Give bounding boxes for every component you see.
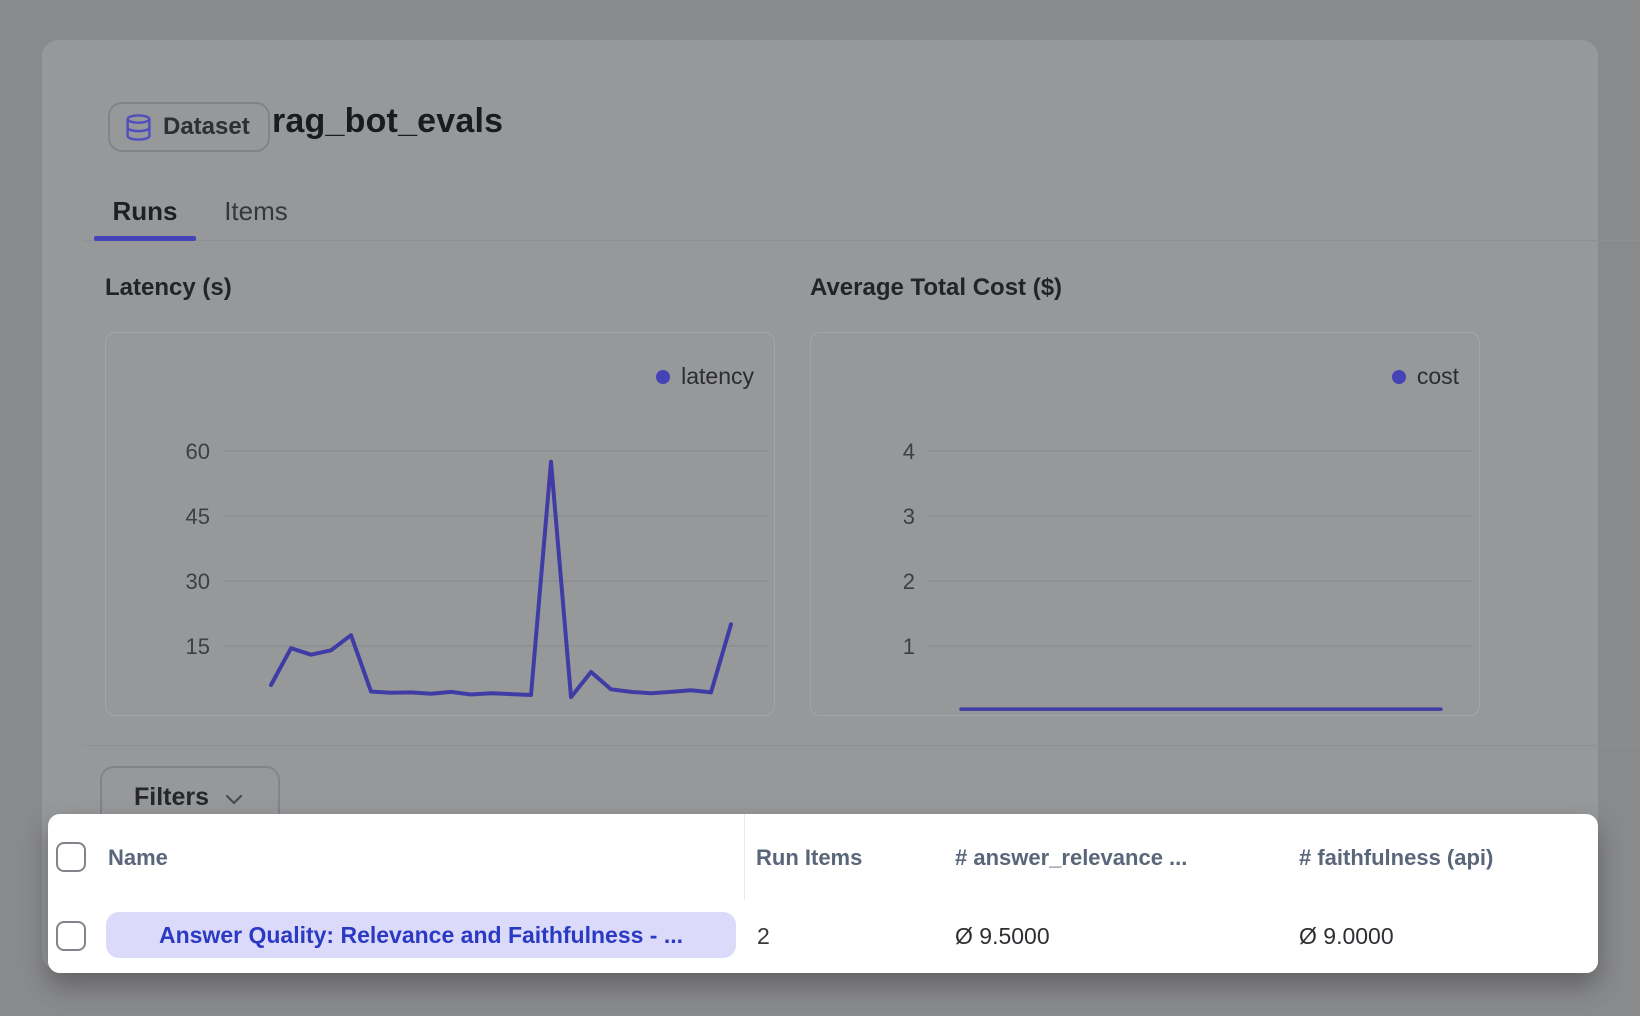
svg-text:1: 1 <box>903 634 915 659</box>
table-header-row: Name Run Items # answer_relevance ... # … <box>48 814 1598 900</box>
svg-text:60: 60 <box>186 439 210 464</box>
filters-button-label: Filters <box>134 783 209 812</box>
answer-relevance-cell: Ø 9.5000 <box>955 923 1050 950</box>
row-checkbox[interactable] <box>56 921 86 951</box>
run-name-label: Answer Quality: Relevance and Faithfulne… <box>159 922 683 949</box>
column-header-run-items: Run Items <box>756 845 862 871</box>
tabs-divider <box>84 240 1640 241</box>
page-title: rag_bot_evals <box>272 102 503 141</box>
svg-text:2: 2 <box>903 569 915 594</box>
dataset-badge-label: Dataset <box>163 113 250 141</box>
latency-chart: 15 30 45 60 latency <box>105 332 775 716</box>
svg-text:30: 30 <box>186 569 210 594</box>
cost-chart: 1 2 3 4 cost <box>810 332 1480 716</box>
latency-chart-legend: latency <box>656 363 754 390</box>
cost-legend-dot-icon <box>1392 370 1406 384</box>
section-divider <box>84 745 1640 746</box>
svg-text:45: 45 <box>186 504 210 529</box>
tab-runs[interactable]: Runs <box>94 186 196 236</box>
database-icon <box>124 113 153 142</box>
cost-chart-title: Average Total Cost ($) <box>810 274 1062 302</box>
app-background: Dataset rag_bot_evals Runs Items Latency… <box>0 0 1640 1016</box>
active-tab-indicator <box>94 236 196 241</box>
latency-chart-plot: 15 30 45 60 <box>106 333 773 714</box>
run-items-cell: 2 <box>757 923 770 950</box>
svg-text:15: 15 <box>186 634 210 659</box>
cost-legend-label: cost <box>1417 363 1459 390</box>
dataset-badge: Dataset <box>108 102 270 152</box>
latency-legend-label: latency <box>681 363 754 390</box>
table-row[interactable]: Answer Quality: Relevance and Faithfulne… <box>48 900 1598 973</box>
cost-chart-plot: 1 2 3 4 <box>811 333 1478 714</box>
run-name-link[interactable]: Answer Quality: Relevance and Faithfulne… <box>106 912 736 958</box>
svg-text:4: 4 <box>903 439 915 464</box>
select-all-checkbox[interactable] <box>56 842 86 872</box>
runs-table: Name Run Items # answer_relevance ... # … <box>48 814 1598 973</box>
chevron-down-icon <box>222 787 246 811</box>
faithfulness-cell: Ø 9.0000 <box>1299 923 1394 950</box>
column-header-faithfulness: # faithfulness (api) <box>1299 845 1493 871</box>
tab-items[interactable]: Items <box>210 186 302 236</box>
column-header-answer-relevance: # answer_relevance ... <box>955 845 1187 871</box>
column-header-name: Name <box>108 845 168 871</box>
cost-chart-legend: cost <box>1392 363 1459 390</box>
svg-text:3: 3 <box>903 504 915 529</box>
latency-chart-title: Latency (s) <box>105 274 232 302</box>
latency-legend-dot-icon <box>656 370 670 384</box>
